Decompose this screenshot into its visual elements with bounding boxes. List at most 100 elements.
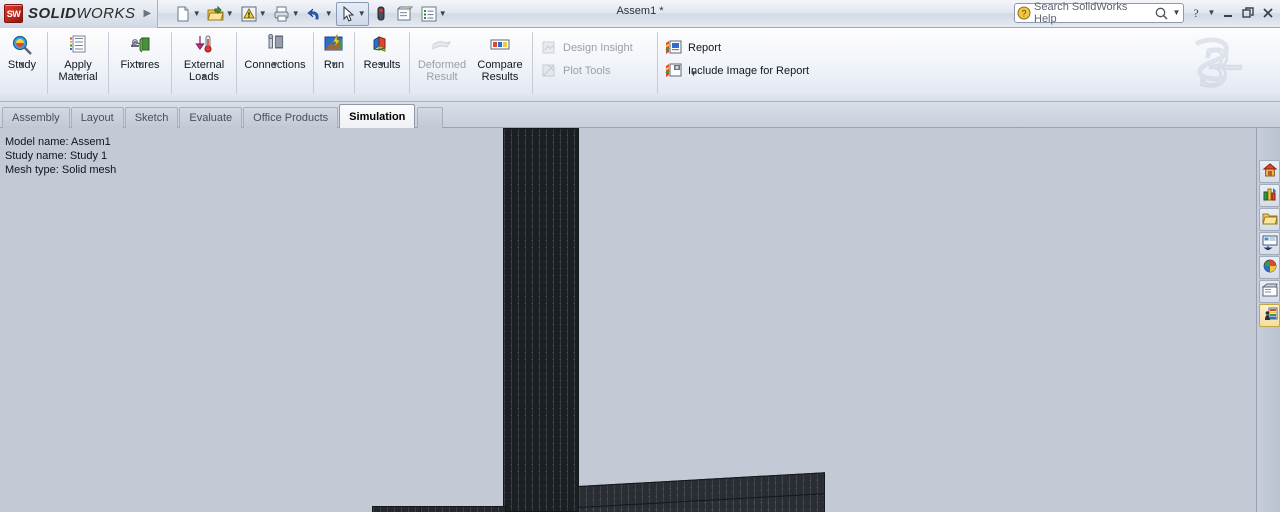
- chevron-down-icon[interactable]: ▼: [136, 60, 144, 69]
- tab-label: Assembly: [12, 112, 60, 124]
- heads-up-view-toolbar: ▼ ▼ ▼ ▼ ▼: [503, 128, 786, 130]
- chevron-down-icon[interactable]: ▼: [271, 60, 279, 69]
- tab-layout[interactable]: Layout: [70, 107, 124, 128]
- tab-label: Office Products: [253, 112, 329, 124]
- report-icon: [665, 39, 683, 57]
- task-pane-view-palette[interactable]: [1259, 232, 1280, 255]
- ribbon-compare-results-button[interactable]: Compare Results: [471, 28, 529, 83]
- run-icon: [321, 32, 347, 58]
- tab-sketch[interactable]: Sketch: [124, 107, 179, 128]
- chevron-down-icon[interactable]: ▼: [225, 4, 234, 24]
- chevron-down-icon[interactable]: ▼: [357, 4, 366, 24]
- apply-material-icon: [65, 32, 91, 58]
- ribbon-design-insight-label: Design Insight: [563, 41, 633, 54]
- rebuild-status-button[interactable]: [369, 2, 393, 26]
- customize-button[interactable]: ▼: [417, 2, 450, 26]
- tab-office-products[interactable]: Office Products: [243, 107, 339, 128]
- task-pane-simulation-advisor[interactable]: [1259, 304, 1280, 327]
- minimize-icon[interactable]: [1219, 5, 1236, 21]
- chevron-down-icon[interactable]: ▼: [1207, 3, 1216, 23]
- external-loads-icon: [191, 32, 217, 58]
- svg-text:?: ?: [1021, 9, 1026, 19]
- fixtures-icon: [127, 32, 153, 58]
- include-image-report-icon: [665, 62, 683, 80]
- options-button[interactable]: [393, 2, 417, 26]
- solidworks-logo[interactable]: SW SOLIDWORKS ▶: [0, 0, 159, 28]
- search-help-box[interactable]: ? Search SolidWorks Help ▼: [1014, 1, 1184, 25]
- tab-label: Simulation: [349, 110, 406, 123]
- tab-label: Evaluate: [189, 112, 233, 124]
- title-bar: SW SOLIDWORKS ▶ ▼ ▼ ▼ ▼ ▼ ▼ ▼ Assem1 * ?…: [0, 0, 1280, 28]
- open-document-button[interactable]: ▼: [204, 2, 237, 26]
- svg-text:?: ?: [1193, 6, 1198, 20]
- tab-strip-tail: [417, 107, 444, 128]
- chevron-right-icon[interactable]: ▶: [144, 8, 152, 19]
- task-pane-buttons: [1259, 160, 1280, 327]
- task-pane-file-explorer[interactable]: [1259, 208, 1280, 231]
- chevron-down-icon[interactable]: ▼: [689, 64, 698, 84]
- help-button[interactable]: ?: [1187, 5, 1204, 21]
- close-icon[interactable]: [1259, 5, 1276, 21]
- select-tool-button[interactable]: ▼: [336, 1, 370, 26]
- traffic-light-icon: [372, 5, 390, 23]
- tab-simulation[interactable]: Simulation: [339, 104, 416, 128]
- graphics-viewport[interactable]: Model name: Assem1 Study name: Study 1 M…: [0, 128, 1280, 512]
- chevron-down-icon[interactable]: ▼: [378, 60, 386, 69]
- chevron-down-icon[interactable]: ▼: [291, 4, 300, 24]
- chevron-down-icon[interactable]: ▼: [200, 72, 208, 81]
- ribbon-connections-button[interactable]: Connections ▼: [240, 28, 310, 71]
- ribbon-deformed-result-button[interactable]: Deformed Result: [413, 28, 471, 83]
- task-pane-appearances-scenes[interactable]: [1259, 256, 1280, 279]
- study-name-text: Study name: Study 1: [5, 150, 108, 162]
- deformed-result-icon: [429, 32, 455, 58]
- command-manager-tabs: Assembly Layout Sketch Evaluate Office P…: [0, 102, 1280, 128]
- task-pane-solidworks-resources[interactable]: [1259, 160, 1280, 183]
- print-button[interactable]: ▼: [270, 2, 303, 26]
- results-icon: [369, 32, 395, 58]
- tab-evaluate[interactable]: Evaluate: [179, 107, 243, 128]
- chevron-down-icon[interactable]: ▼: [74, 72, 82, 81]
- design-library-icon: [1262, 186, 1278, 205]
- brand-light: WORKS: [76, 5, 136, 22]
- view-palette-icon: [1262, 234, 1278, 253]
- rebuild-button[interactable]: ▼: [237, 2, 270, 26]
- titlebar-right-controls: ? Search SolidWorks Help ▼ ? ▼: [1014, 1, 1276, 25]
- ribbon-apply-material-button[interactable]: Apply Material ▼: [51, 28, 105, 83]
- ribbon-divider: [236, 32, 237, 94]
- ribbon-run-button[interactable]: Run ▼: [317, 28, 351, 71]
- new-document-button[interactable]: ▼: [171, 2, 204, 26]
- new-document-icon: [174, 5, 192, 23]
- ribbon-divider: [354, 32, 355, 94]
- chevron-down-icon[interactable]: ▼: [330, 60, 338, 69]
- help-search-icon: ?: [1017, 6, 1031, 20]
- ribbon-results-button[interactable]: Results ▼: [358, 28, 406, 71]
- ribbon-design-insight-button[interactable]: Design Insight: [536, 36, 654, 59]
- ribbon-include-image-report-button[interactable]: Include Image for Report: [661, 59, 813, 82]
- tab-assembly[interactable]: Assembly: [2, 107, 70, 128]
- chevron-down-icon[interactable]: ▼: [1172, 3, 1181, 23]
- search-input[interactable]: Search SolidWorks Help: [1034, 1, 1151, 25]
- task-pane-design-library[interactable]: [1259, 184, 1280, 207]
- select-arrow-icon: [339, 5, 357, 23]
- brand-bold: SOLID: [28, 5, 77, 22]
- ribbon-external-loads-button[interactable]: External Loads ▼: [175, 28, 233, 83]
- chevron-down-icon[interactable]: ▼: [192, 4, 201, 24]
- chevron-down-icon[interactable]: ▼: [18, 60, 26, 69]
- task-pane-custom-properties[interactable]: [1259, 280, 1280, 303]
- ribbon-divider: [532, 32, 533, 94]
- ribbon-fixtures-button[interactable]: Fixtures ▼: [112, 28, 168, 71]
- study-magnifier-icon: [9, 32, 35, 58]
- chevron-down-icon[interactable]: ▼: [438, 4, 447, 24]
- ribbon-study-button[interactable]: Study ▼: [0, 28, 44, 71]
- chevron-down-icon[interactable]: ▼: [324, 4, 333, 24]
- chevron-down-icon[interactable]: ▼: [258, 4, 267, 24]
- undo-button[interactable]: ▼: [303, 2, 336, 26]
- plot-tools-icon: [540, 62, 558, 80]
- ribbon-divider: [171, 32, 172, 94]
- ribbon-compare-results-label: Compare Results: [477, 59, 523, 83]
- magnifier-icon[interactable]: [1154, 6, 1169, 21]
- ribbon-include-image-report-label: Include Image for Report: [688, 64, 810, 77]
- ribbon-report-button[interactable]: Report: [661, 36, 813, 59]
- restore-icon[interactable]: [1239, 5, 1256, 21]
- ribbon-plot-tools-button[interactable]: Plot Tools ▼: [536, 59, 697, 82]
